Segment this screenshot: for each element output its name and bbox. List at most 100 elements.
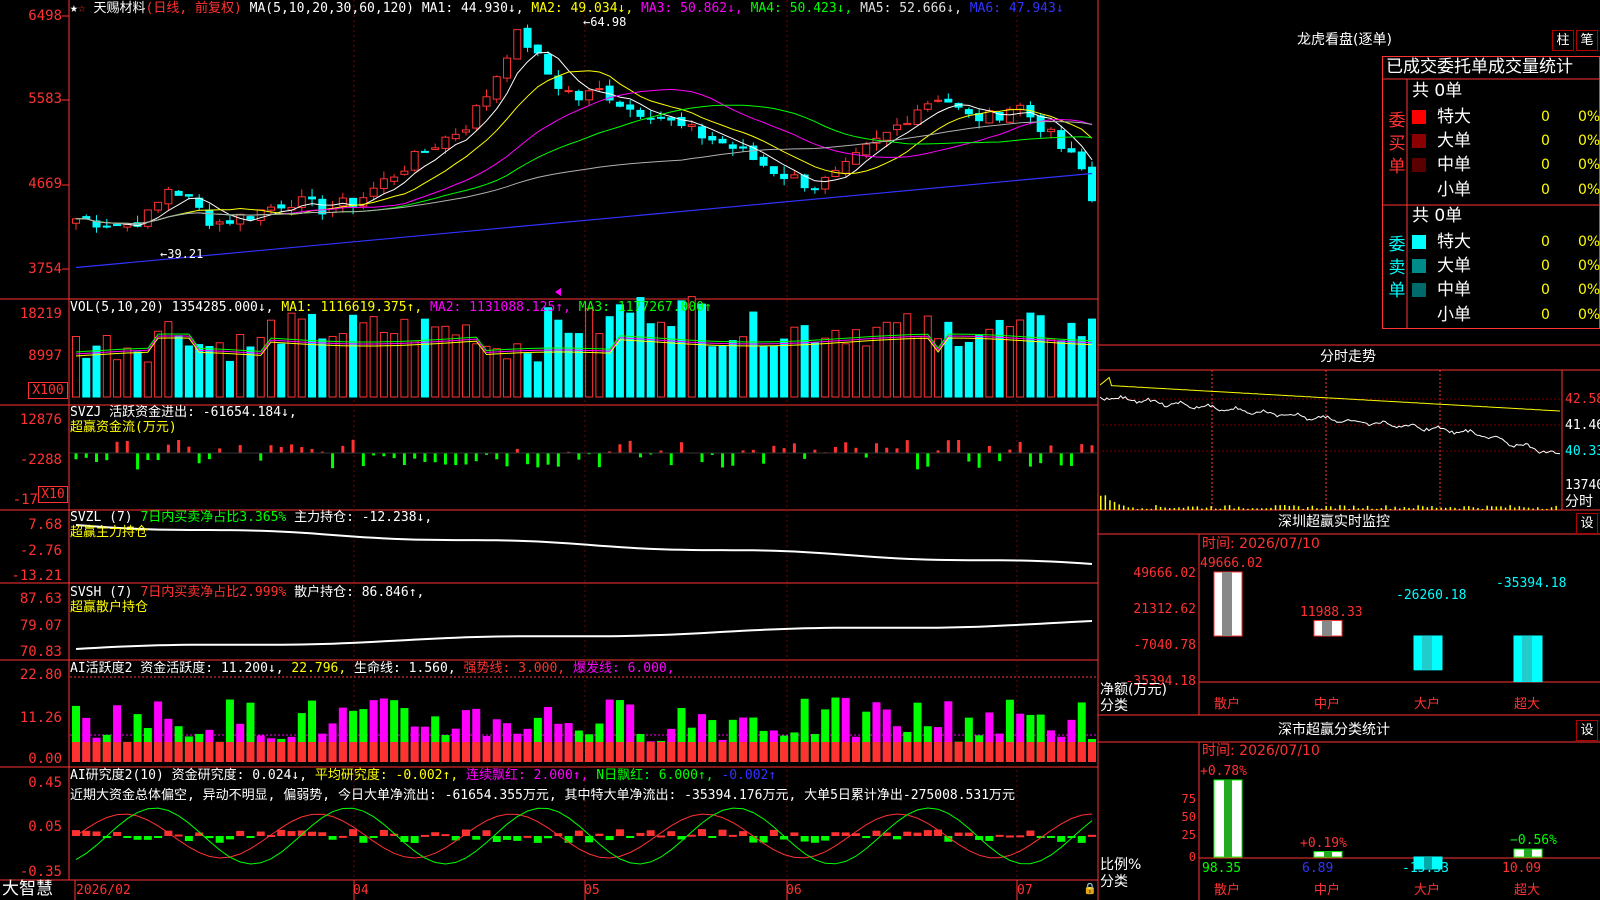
monitor-settings-button[interactable]: 设 [1576, 513, 1598, 534]
intraday-tick-2: 41.46 [1565, 418, 1600, 433]
volume-bar [903, 313, 912, 398]
stock-name: 天赐材料 [93, 1, 146, 16]
candle-body [564, 90, 573, 93]
bar-mode-button[interactable]: 柱 [1552, 30, 1574, 51]
ai2-bar [1016, 835, 1025, 838]
candle-body [831, 169, 840, 178]
svzl-line [75, 524, 1093, 565]
price-tick-1: 6498 [28, 8, 62, 24]
volume-bar [369, 316, 378, 398]
ai2-tick-1: 0.45 [28, 775, 62, 791]
volume-bar [441, 325, 450, 398]
svzj-bar [895, 448, 899, 453]
monitor-value-label: -35394.18 [1496, 576, 1567, 592]
svzj-bar [259, 453, 263, 461]
lock-icon[interactable]: 🔒 [1083, 882, 1097, 895]
ai1-base-bar [113, 742, 122, 762]
candle-body [461, 129, 470, 133]
ai2-bar [718, 829, 727, 836]
ai1-base-bar [472, 742, 481, 762]
ai1-base-bar [636, 742, 645, 762]
svzj-bar [1080, 444, 1084, 453]
svzj-bar [443, 453, 447, 465]
volume-bar [513, 343, 522, 398]
ai1-base-bar [739, 742, 748, 762]
volume-bar [769, 345, 778, 398]
ai2-bar [400, 836, 409, 842]
svzj-bar [300, 447, 304, 453]
ai1-base-bar [585, 742, 594, 762]
ai1-base-bar [390, 742, 399, 762]
svzj-bar [792, 443, 796, 453]
candle-body [595, 88, 604, 91]
vol-unit-badge[interactable]: X100 [28, 382, 68, 399]
svzj-bar [874, 443, 878, 453]
stats-top-label: +0.78% [1200, 764, 1247, 779]
ai1-base-bar [574, 742, 583, 762]
stats-category-label: 超大 [1514, 883, 1541, 898]
ai2-bar [749, 836, 758, 843]
ai2-bar [92, 831, 101, 836]
volume-bar [164, 321, 173, 398]
svzj-bar [772, 445, 776, 453]
candle-body [862, 143, 871, 156]
candle-body [164, 188, 173, 205]
ai1-base-bar [266, 742, 275, 762]
ai1-base-bar [831, 742, 840, 762]
svzj-bar [977, 453, 981, 468]
candle-body [431, 147, 440, 150]
sell-total: 共 0单 [1412, 206, 1463, 226]
ai2-bar [318, 832, 327, 836]
ai2-bars [72, 829, 1096, 843]
candle-body [533, 44, 542, 54]
ai1-base-bar [82, 742, 91, 762]
tick-mode-button[interactable]: 笔 [1576, 30, 1598, 51]
ai1-bars [72, 697, 1096, 762]
candle-body [615, 101, 624, 107]
volume-bar [410, 340, 419, 398]
ai2-bar [964, 832, 973, 836]
ai2-bar [1005, 835, 1014, 838]
ma60-line [75, 120, 1093, 225]
candle-body [698, 126, 707, 139]
ai2-bar [728, 834, 737, 837]
ai1-base-bar [297, 742, 306, 762]
svzj-bar [290, 444, 294, 453]
ai2-bar [595, 833, 604, 836]
ai2-bar [513, 836, 522, 841]
ai1-base-bar [205, 742, 214, 762]
svzj-bar [618, 444, 622, 453]
sell-l-pct: 0% [1578, 258, 1600, 274]
ai1-base-bar [154, 742, 163, 762]
svzj-bar [803, 453, 807, 459]
svzj-bar [967, 453, 971, 462]
ai2-bar [410, 836, 419, 843]
volume-bar [349, 314, 358, 398]
candle-body [390, 176, 399, 182]
ai1-base-bar [513, 742, 522, 762]
candle-body [492, 76, 501, 100]
stats-ylabel: 比例% [1100, 857, 1142, 873]
candle-body [944, 98, 953, 103]
volume-bar [677, 300, 686, 398]
ai2-bar [893, 836, 902, 840]
ai2-bar [1077, 836, 1086, 843]
volume-bar [615, 304, 624, 398]
volume-bar [102, 335, 111, 398]
svzj-bar [638, 453, 642, 458]
candle-body [687, 124, 696, 127]
svzl-tick-3: -13.21 [11, 568, 62, 584]
stats-settings-button[interactable]: 设 [1576, 720, 1598, 741]
ai1-base-bar [964, 742, 973, 762]
svsh-line [75, 620, 1093, 650]
volume-bar [431, 326, 440, 398]
ai1-base-bar [1088, 742, 1096, 762]
ai1-base-bar [72, 742, 80, 762]
sell-xl-label: 特大 [1437, 232, 1471, 252]
ma5-value: MA5: 52.666↓, [860, 1, 962, 16]
ai1-base-bar [923, 742, 932, 762]
volume-bar [800, 325, 809, 398]
svzj-unit-badge[interactable]: X10 [38, 486, 68, 503]
ai2-bar [215, 836, 224, 843]
ai1-base-bar [851, 742, 860, 762]
